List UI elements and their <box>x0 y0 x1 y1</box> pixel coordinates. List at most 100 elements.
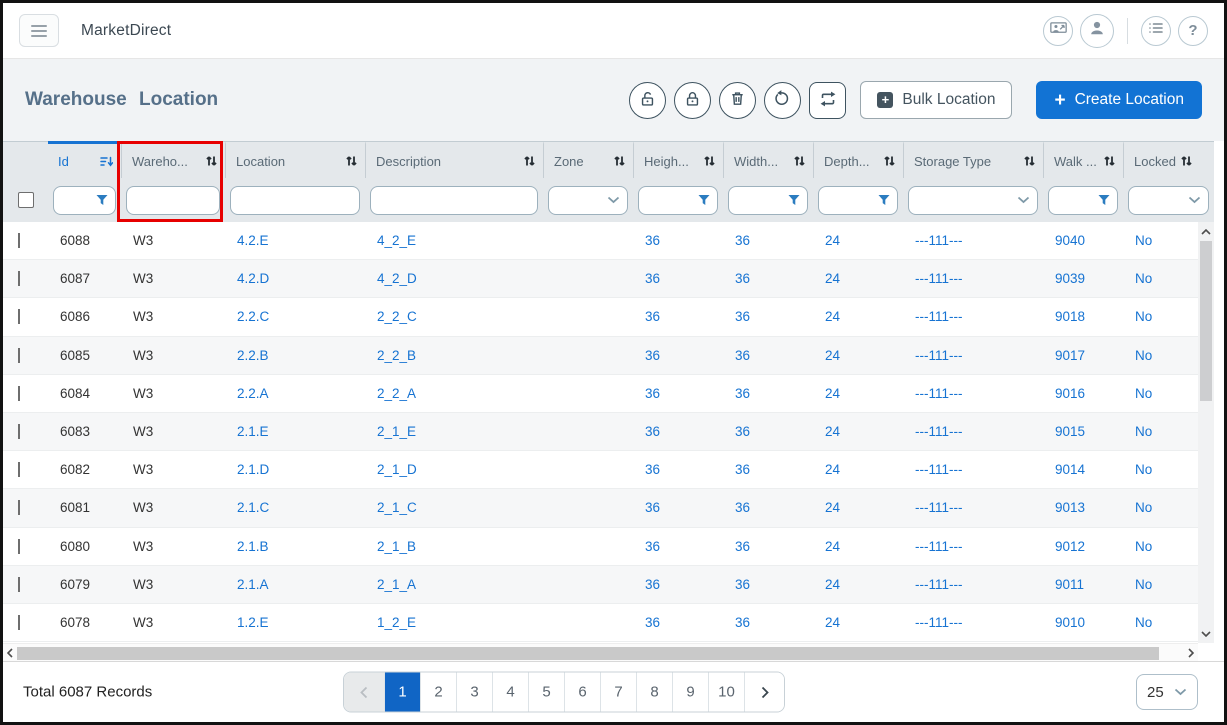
page-button-3[interactable]: 3 <box>456 673 492 712</box>
location-link[interactable]: 2.2.B <box>237 348 269 363</box>
location-link[interactable]: 2.1.B <box>237 539 269 554</box>
page-button-6[interactable]: 6 <box>564 673 600 712</box>
unlock-button[interactable] <box>629 82 666 119</box>
description-link[interactable]: 2_1_D <box>377 462 417 477</box>
page-button-7[interactable]: 7 <box>600 673 636 712</box>
scroll-right-icon[interactable] <box>1184 644 1198 662</box>
sort-toggle-icon[interactable] <box>1024 155 1035 167</box>
sort-toggle-icon[interactable] <box>206 155 217 167</box>
location-link[interactable]: 2.2.C <box>237 309 269 324</box>
location-link[interactable]: 2.1.D <box>237 462 269 477</box>
location-link[interactable]: 2.1.C <box>237 500 269 515</box>
sort-toggle-icon[interactable] <box>524 155 535 167</box>
filter-funnel-icon[interactable] <box>96 195 108 206</box>
description-link[interactable]: 2_2_A <box>377 386 416 401</box>
column-header-width[interactable]: Width... <box>723 141 813 178</box>
column-header-height[interactable]: Heigh... <box>633 141 723 178</box>
filter-input-warehouse[interactable] <box>126 186 220 215</box>
row-checkbox[interactable] <box>18 233 20 248</box>
row-checkbox[interactable] <box>18 615 20 630</box>
page-button-5[interactable]: 5 <box>528 673 564 712</box>
sort-descending-icon[interactable] <box>100 156 113 167</box>
description-link[interactable]: 2_1_B <box>377 539 416 554</box>
screen-share-button[interactable] <box>1043 16 1073 46</box>
page-button-8[interactable]: 8 <box>636 673 672 712</box>
location-link[interactable]: 2.1.A <box>237 577 269 592</box>
row-checkbox[interactable] <box>18 271 20 286</box>
column-header-location[interactable]: Location <box>225 141 365 178</box>
description-link[interactable]: 4_2_E <box>377 233 416 248</box>
page-size-select[interactable]: 25 <box>1136 674 1198 710</box>
page-button-4[interactable]: 4 <box>492 673 528 712</box>
sort-toggle-icon[interactable] <box>884 155 895 167</box>
row-checkbox[interactable] <box>18 500 20 515</box>
location-link[interactable]: 4.2.E <box>237 233 269 248</box>
filter-input-location[interactable] <box>230 186 360 215</box>
row-checkbox[interactable] <box>18 348 20 363</box>
row-checkbox[interactable] <box>18 386 20 401</box>
filter-funnel-icon[interactable] <box>878 195 890 206</box>
filter-funnel-icon[interactable] <box>698 195 710 206</box>
row-checkbox[interactable] <box>18 577 20 592</box>
filter-funnel-icon[interactable] <box>1098 195 1110 206</box>
description-link[interactable]: 2_1_A <box>377 577 416 592</box>
create-location-button[interactable]: + Create Location <box>1036 81 1202 119</box>
page-button-9[interactable]: 9 <box>672 673 708 712</box>
description-link[interactable]: 2_1_E <box>377 424 416 439</box>
location-link[interactable]: 4.2.D <box>237 271 269 286</box>
column-header-storage-type[interactable]: Storage Type <box>903 141 1043 178</box>
row-checkbox[interactable] <box>18 539 20 554</box>
column-header-description[interactable]: Description <box>365 141 543 178</box>
sort-toggle-icon[interactable] <box>794 155 805 167</box>
horizontal-scrollbar[interactable] <box>3 643 1198 661</box>
scroll-left-icon[interactable] <box>3 644 17 662</box>
cell-warehouse: W3 <box>121 577 225 592</box>
scroll-up-icon[interactable] <box>1198 224 1214 239</box>
next-page-button[interactable] <box>744 673 784 712</box>
sort-toggle-icon[interactable] <box>1181 155 1192 167</box>
menu-button[interactable] <box>19 14 59 47</box>
description-link[interactable]: 2_2_B <box>377 348 416 363</box>
description-link[interactable]: 2_1_C <box>377 500 417 515</box>
user-account-button[interactable] <box>1080 14 1114 48</box>
location-link[interactable]: 2.2.A <box>237 386 269 401</box>
previous-page-button[interactable] <box>344 673 384 712</box>
cell-storage-type: ---111--- <box>903 386 1043 401</box>
sort-toggle-icon[interactable] <box>346 155 357 167</box>
column-header-zone[interactable]: Zone <box>543 141 633 178</box>
vertical-scrollbar[interactable] <box>1198 222 1214 643</box>
row-checkbox[interactable] <box>18 424 20 439</box>
transfer-button[interactable] <box>809 82 846 119</box>
description-link[interactable]: 2_2_C <box>377 309 417 324</box>
row-checkbox[interactable] <box>18 309 20 324</box>
column-header-warehouse[interactable]: Wareho... <box>121 141 225 178</box>
vertical-scroll-thumb[interactable] <box>1200 241 1212 401</box>
location-link[interactable]: 1.2.E <box>237 615 269 630</box>
column-header-id[interactable]: Id <box>48 141 121 178</box>
page-button-1[interactable]: 1 <box>384 673 420 712</box>
description-link[interactable]: 4_2_D <box>377 271 417 286</box>
list-menu-button[interactable] <box>1141 16 1171 46</box>
sort-toggle-icon[interactable] <box>1104 155 1115 167</box>
horizontal-scroll-thumb[interactable] <box>17 647 1159 660</box>
sort-toggle-icon[interactable] <box>704 155 715 167</box>
page-button-2[interactable]: 2 <box>420 673 456 712</box>
help-button[interactable]: ? <box>1178 16 1208 46</box>
delete-button[interactable] <box>719 82 756 119</box>
bulk-location-button[interactable]: + Bulk Location <box>860 81 1012 119</box>
location-link[interactable]: 2.1.E <box>237 424 269 439</box>
column-header-depth[interactable]: Depth... <box>813 141 903 178</box>
refresh-button[interactable] <box>764 82 801 119</box>
row-checkbox[interactable] <box>18 462 20 477</box>
filter-input-description[interactable] <box>370 186 538 215</box>
cell-id: 6087 <box>48 271 121 286</box>
select-all-checkbox[interactable] <box>18 192 34 208</box>
description-link[interactable]: 1_2_E <box>377 615 416 630</box>
scroll-down-icon[interactable] <box>1198 626 1214 641</box>
sort-toggle-icon[interactable] <box>614 155 625 167</box>
column-header-locked[interactable]: Locked <box>1123 141 1214 178</box>
lock-button[interactable] <box>674 82 711 119</box>
column-header-walk[interactable]: Walk ... <box>1043 141 1123 178</box>
page-button-10[interactable]: 10 <box>708 673 744 712</box>
filter-funnel-icon[interactable] <box>788 195 800 206</box>
